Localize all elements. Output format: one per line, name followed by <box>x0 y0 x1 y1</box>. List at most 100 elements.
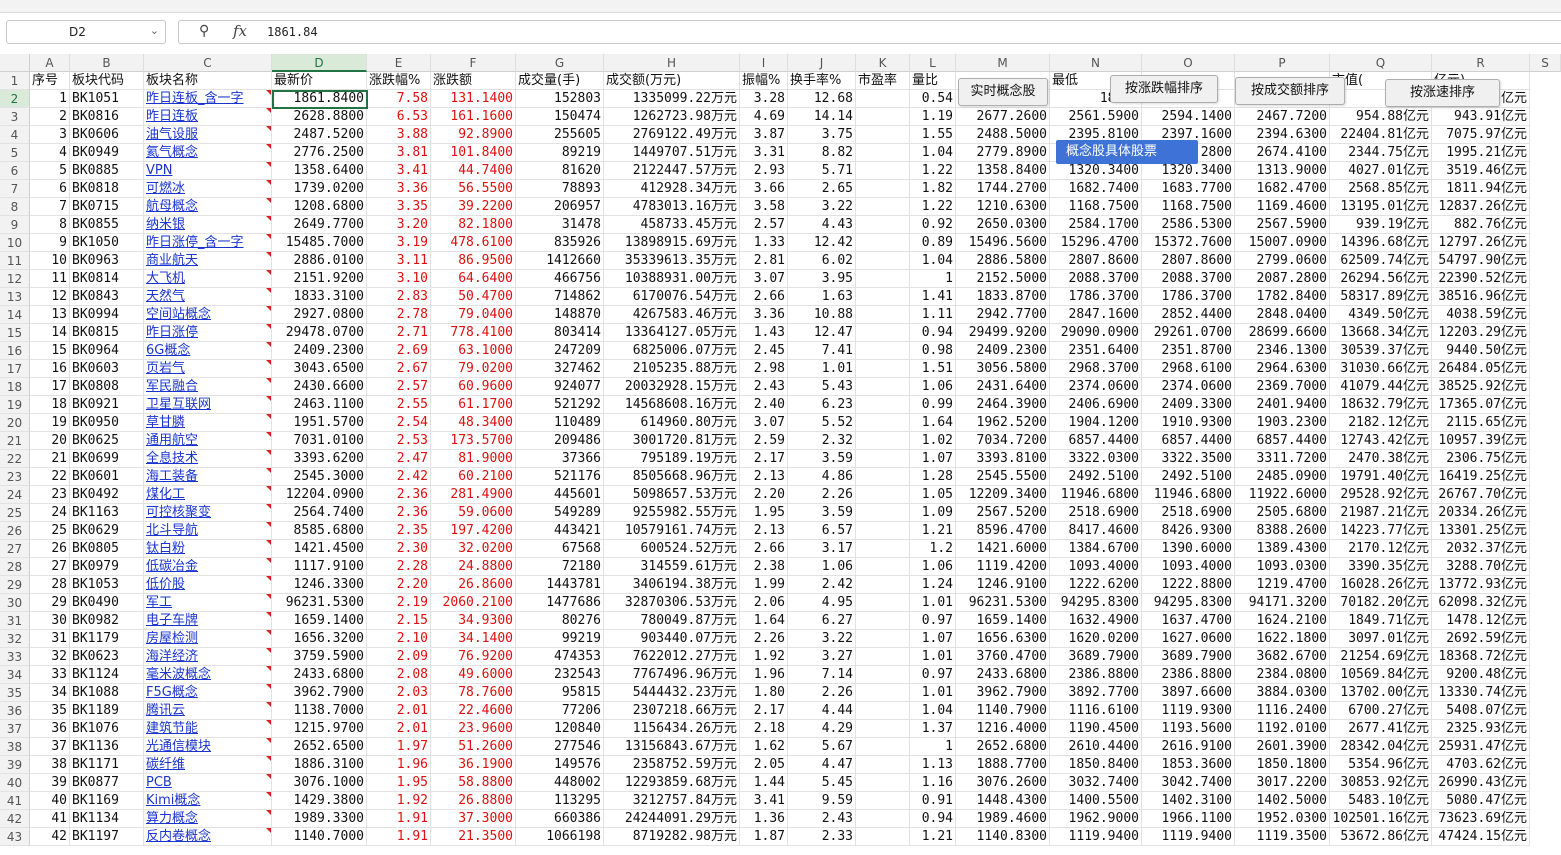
column-header-a[interactable]: A <box>30 54 70 72</box>
table-cell[interactable] <box>856 414 910 432</box>
table-cell[interactable]: 803414 <box>516 324 604 342</box>
row-header[interactable]: 1 <box>0 72 30 90</box>
table-cell[interactable] <box>856 360 910 378</box>
table-cell[interactable]: 2.59 <box>740 432 788 450</box>
sector-name-link[interactable]: 页岩气 <box>144 360 272 378</box>
table-cell[interactable]: 1.33 <box>740 234 788 252</box>
table-cell[interactable]: 2.18 <box>740 720 788 738</box>
table-cell[interactable]: 2386.8800 <box>1050 666 1142 684</box>
table-cell[interactable]: BK0963 <box>70 252 144 270</box>
table-cell[interactable]: 0.89 <box>910 234 956 252</box>
table-cell[interactable]: 1.51 <box>910 360 956 378</box>
table-cell[interactable]: 33 <box>30 666 70 684</box>
table-cell[interactable]: 4.44 <box>788 702 856 720</box>
table-cell[interactable]: 2492.5100 <box>1050 468 1142 486</box>
table-cell[interactable]: 1335099.22万元 <box>604 90 740 108</box>
table-cell[interactable]: 2306.75亿元 <box>1432 450 1530 468</box>
table-cell[interactable]: 2431.6400 <box>956 378 1050 396</box>
table-cell[interactable]: 2652.6800 <box>956 738 1050 756</box>
table-cell[interactable] <box>856 774 910 792</box>
table-cell[interactable]: 1910.9300 <box>1142 414 1235 432</box>
table-cell[interactable]: 1384.6700 <box>1050 540 1142 558</box>
table-cell[interactable]: 835926 <box>516 234 604 252</box>
sector-name-link[interactable]: 毫米波概念 <box>144 666 272 684</box>
table-cell[interactable]: 54797.90亿元 <box>1432 252 1530 270</box>
table-cell[interactable]: 28699.6600 <box>1235 324 1330 342</box>
table-cell[interactable]: 1966.1100 <box>1142 810 1235 828</box>
table-cell[interactable]: 3056.5800 <box>956 360 1050 378</box>
table-cell[interactable]: 255605 <box>516 126 604 144</box>
table-cell[interactable]: 2401.9400 <box>1235 396 1330 414</box>
table-cell[interactable]: 3760.4700 <box>956 648 1050 666</box>
table-cell[interactable]: 29090.0900 <box>1050 324 1142 342</box>
table-cell[interactable]: 1116.6100 <box>1050 702 1142 720</box>
table-cell[interactable] <box>856 810 910 828</box>
table-cell[interactable]: 2.13 <box>740 468 788 486</box>
table-cell[interactable]: 70182.20亿元 <box>1330 594 1432 612</box>
table-cell[interactable]: 2545.3000 <box>272 468 367 486</box>
table-cell[interactable] <box>856 144 910 162</box>
table-cell[interactable]: 34 <box>30 684 70 702</box>
table-cell[interactable]: 1412660 <box>516 252 604 270</box>
table-cell[interactable]: 277546 <box>516 738 604 756</box>
table-cell[interactable]: 3043.6500 <box>272 360 367 378</box>
table-cell[interactable]: BK1050 <box>70 234 144 252</box>
table-cell[interactable]: BK1163 <box>70 504 144 522</box>
table-cell[interactable]: 10957.39亿元 <box>1432 432 1530 450</box>
table-cell[interactable]: 19791.40亿元 <box>1330 468 1432 486</box>
table-cell[interactable] <box>856 378 910 396</box>
table-cell[interactable]: 3406194.38万元 <box>604 576 740 594</box>
table-cell[interactable]: 1246.9100 <box>956 576 1050 594</box>
table-cell[interactable]: 1622.1800 <box>1235 630 1330 648</box>
sector-name-link[interactable]: 空间站概念 <box>144 306 272 324</box>
table-cell[interactable]: 29528.92亿元 <box>1330 486 1432 504</box>
formula-input-area[interactable]: ⚲ fx 1861.84 <box>178 20 1561 44</box>
table-cell[interactable]: 2.19 <box>367 594 431 612</box>
table-cell[interactable]: 2.20 <box>740 486 788 504</box>
table-cell[interactable] <box>856 486 910 504</box>
table-cell[interactable]: 38516.96亿元 <box>1432 288 1530 306</box>
table-cell[interactable]: 2847.1600 <box>1050 306 1142 324</box>
table-cell[interactable]: 49.6000 <box>431 666 516 684</box>
table-cell[interactable]: 21 <box>30 450 70 468</box>
sector-name-link[interactable]: 商业航天 <box>144 252 272 270</box>
table-cell[interactable]: 2325.93亿元 <box>1432 720 1530 738</box>
table-cell[interactable]: 3.59 <box>788 450 856 468</box>
table-cell[interactable]: 94295.8300 <box>1050 594 1142 612</box>
header-cell[interactable]: 板块名称 <box>144 72 272 90</box>
table-cell[interactable]: 412928.34万元 <box>604 180 740 198</box>
table-cell[interactable]: 1119.9400 <box>1050 828 1142 846</box>
table-cell[interactable]: 62098.32亿元 <box>1432 594 1530 612</box>
table-cell[interactable]: BK0982 <box>70 612 144 630</box>
table-cell[interactable]: 1402.5000 <box>1235 792 1330 810</box>
table-cell[interactable]: 2433.6800 <box>272 666 367 684</box>
table-cell[interactable]: 1659.1400 <box>956 612 1050 630</box>
table-cell[interactable]: BK1189 <box>70 702 144 720</box>
sector-name-link[interactable]: 光通信模块 <box>144 738 272 756</box>
table-cell[interactable]: 1.80 <box>740 684 788 702</box>
table-cell[interactable]: 2.13 <box>740 522 788 540</box>
table-cell[interactable]: 1.95 <box>740 504 788 522</box>
table-cell[interactable]: 2518.6900 <box>1142 504 1235 522</box>
table-cell[interactable] <box>856 198 910 216</box>
table-cell[interactable]: 2968.6100 <box>1142 360 1235 378</box>
table-cell[interactable]: 232543 <box>516 666 604 684</box>
table-cell[interactable]: 2586.5300 <box>1142 216 1235 234</box>
table-cell[interactable]: 41 <box>30 810 70 828</box>
table-cell[interactable]: 5.71 <box>788 162 856 180</box>
table-cell[interactable]: 8417.4600 <box>1050 522 1142 540</box>
table-cell[interactable]: BK0805 <box>70 540 144 558</box>
table-cell[interactable]: 11 <box>30 270 70 288</box>
table-cell[interactable]: 5444432.23万元 <box>604 684 740 702</box>
column-header-m[interactable]: M <box>956 54 1050 72</box>
table-cell[interactable]: 10 <box>30 252 70 270</box>
table-cell[interactable]: 3884.0300 <box>1235 684 1330 702</box>
table-cell[interactable]: 11922.6000 <box>1235 486 1330 504</box>
table-cell[interactable]: 44.7400 <box>431 162 516 180</box>
header-cell[interactable]: 市盈率 <box>856 72 910 90</box>
table-cell[interactable] <box>856 342 910 360</box>
table-cell[interactable]: 1.92 <box>740 648 788 666</box>
table-cell[interactable]: BK0885 <box>70 162 144 180</box>
table-cell[interactable]: 21254.69亿元 <box>1330 648 1432 666</box>
table-cell[interactable]: BK1076 <box>70 720 144 738</box>
